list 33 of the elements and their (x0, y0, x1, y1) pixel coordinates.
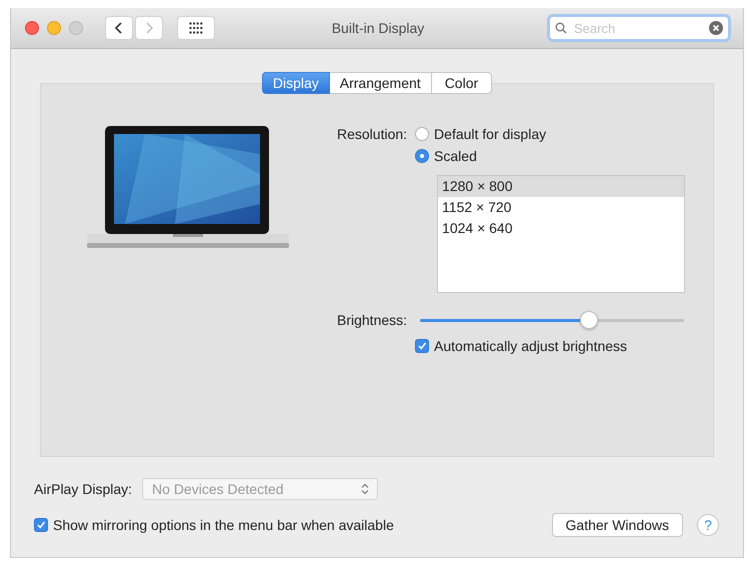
checkmark-icon (36, 520, 46, 530)
resolution-item[interactable]: 1152 × 720 (438, 197, 684, 218)
tab[interactable]: Arrangement (330, 72, 432, 94)
radio-button[interactable] (415, 149, 430, 163)
back-button[interactable] (105, 16, 133, 40)
slider-thumb[interactable] (580, 311, 598, 329)
grid-icon (189, 21, 203, 35)
resolution-label: Resolution: (337, 125, 408, 144)
airplay-label: AirPlay Display: (34, 481, 132, 497)
window-title: Built-in Display (332, 20, 424, 36)
search-input[interactable]: Search (572, 20, 704, 36)
resolution-item[interactable]: 1280 × 800 (438, 176, 684, 197)
tab[interactable]: Color (432, 72, 492, 94)
resolution-item[interactable]: 1024 × 640 (438, 218, 684, 239)
tab[interactable]: Display (262, 72, 330, 94)
radio-label: Default for display (434, 125, 546, 144)
checkbox-label: Show mirroring options in the menu bar when available (53, 516, 394, 535)
close-button[interactable] (25, 21, 39, 35)
checkmark-icon (417, 341, 428, 351)
search-icon (555, 22, 567, 34)
checkbox[interactable] (34, 518, 48, 532)
gather-windows-button[interactable]: Gather Windows (552, 513, 683, 537)
radio-button[interactable] (415, 127, 430, 141)
chevron-right-icon (144, 21, 154, 35)
search-field[interactable]: Search (547, 14, 731, 42)
show-all-button[interactable] (177, 16, 215, 40)
updown-icon (361, 483, 370, 495)
clear-icon[interactable] (709, 21, 723, 35)
chevron-left-icon (114, 21, 124, 35)
checkbox[interactable] (415, 339, 430, 353)
brightness-label: Brightness: (337, 311, 408, 330)
checkbox-label: Automatically adjust brightness (434, 337, 628, 356)
radio-label: Scaled (434, 147, 477, 166)
